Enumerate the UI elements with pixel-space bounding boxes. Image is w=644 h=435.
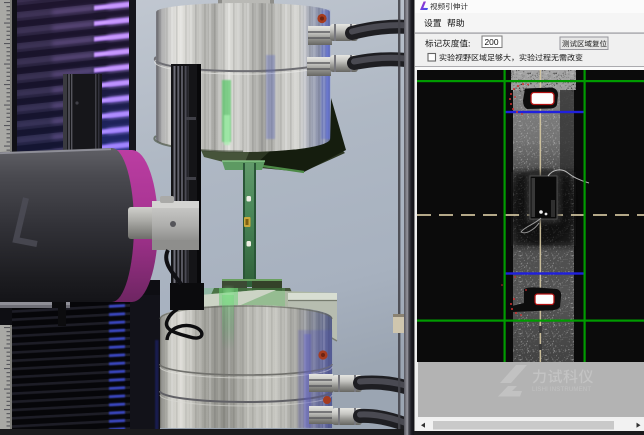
svg-text:200: 200 — [485, 37, 499, 47]
svg-text:LISHI INSTRUMENT: LISHI INSTRUMENT — [532, 387, 591, 393]
